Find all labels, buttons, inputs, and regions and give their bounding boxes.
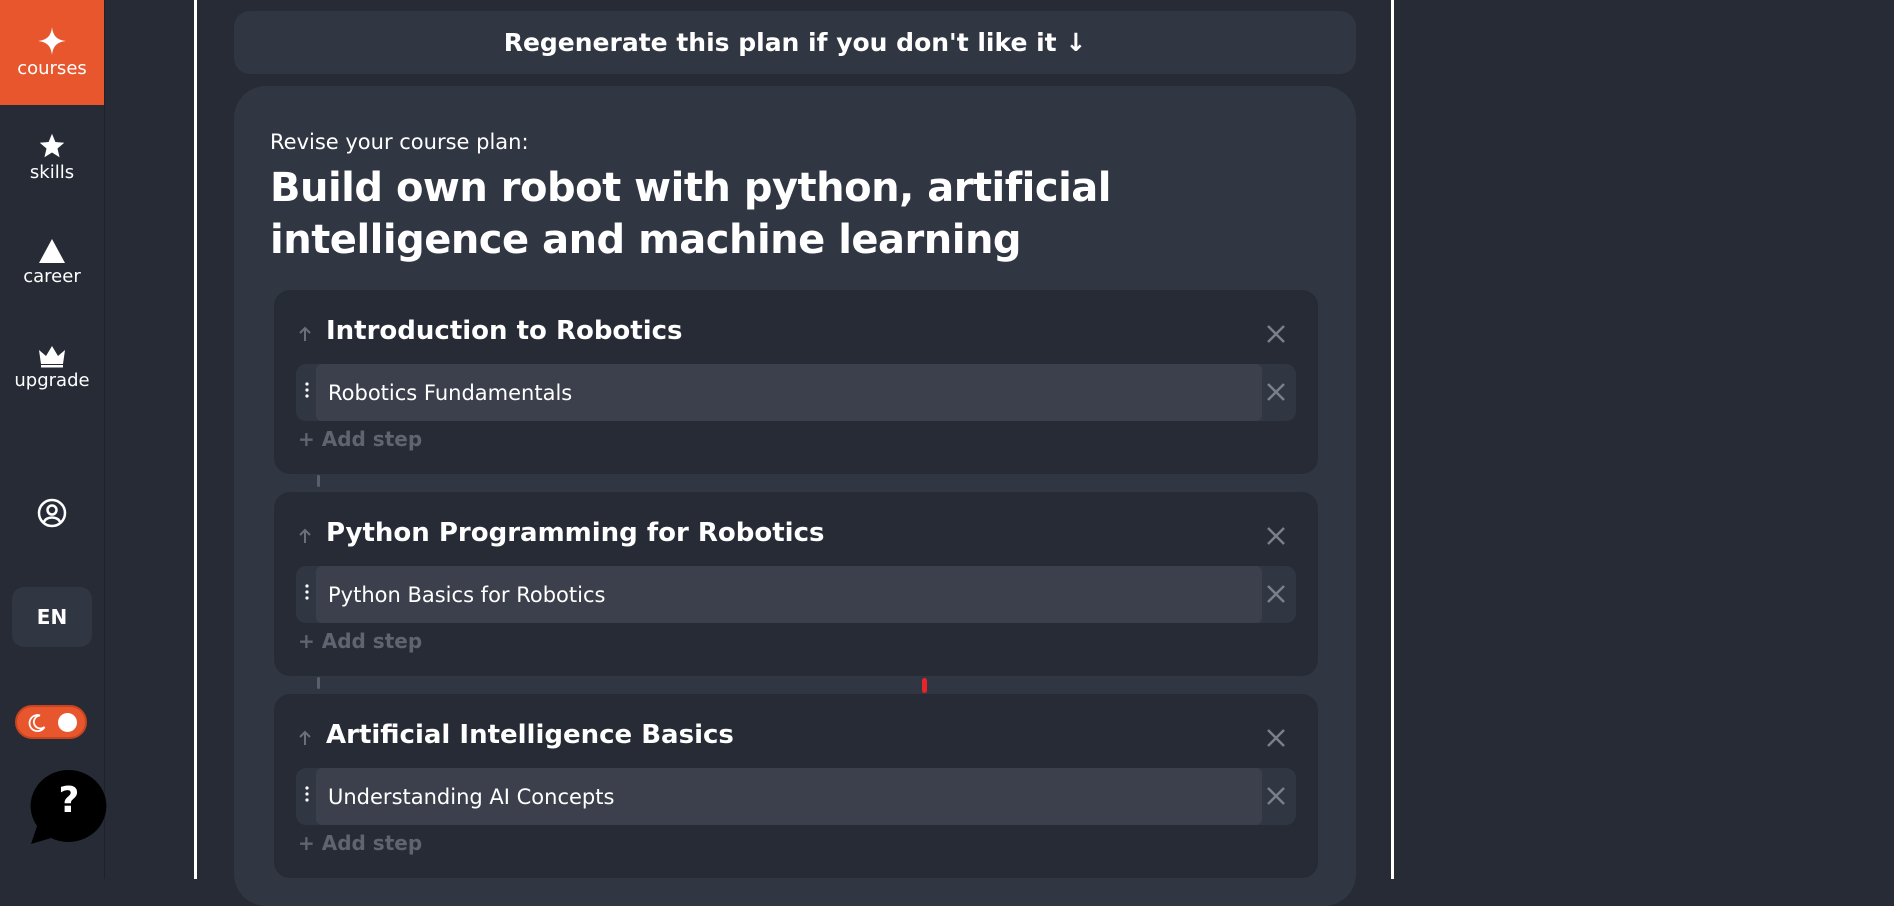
module-title: Python Programming for Robotics xyxy=(326,518,825,548)
close-icon[interactable] xyxy=(1266,786,1286,806)
sidebar-item-label: skills xyxy=(29,162,75,183)
step-input[interactable]: Understanding AI Concepts xyxy=(316,768,1262,825)
arrow-up-icon[interactable] xyxy=(298,326,312,342)
column-divider-left xyxy=(194,0,197,879)
star-icon xyxy=(39,133,65,158)
help-button[interactable]: ? xyxy=(29,768,109,846)
profile-button[interactable] xyxy=(36,497,68,529)
user-circle-icon xyxy=(37,498,67,528)
regenerate-plan-button[interactable]: Regenerate this plan if you don't like i… xyxy=(234,11,1356,74)
add-step-button[interactable]: + Add step xyxy=(298,831,422,855)
triangle-icon xyxy=(39,239,65,263)
arrow-up-icon[interactable] xyxy=(298,528,312,544)
plan-eyebrow: Revise your course plan: xyxy=(270,130,529,154)
module-title: Introduction to Robotics xyxy=(326,316,683,346)
close-icon[interactable] xyxy=(1266,382,1286,402)
sparkle-icon xyxy=(38,27,66,55)
step-input[interactable]: Robotics Fundamentals xyxy=(316,364,1262,421)
close-icon[interactable] xyxy=(1266,584,1286,604)
step-input[interactable]: Python Basics for Robotics xyxy=(316,566,1262,623)
step-row: Understanding AI Concepts xyxy=(296,768,1296,825)
module-card: Introduction to Robotics Robotics Fundam… xyxy=(274,290,1318,474)
add-step-button[interactable]: + Add step xyxy=(298,629,422,653)
sidebar-item-upgrade[interactable]: upgrade xyxy=(0,315,104,420)
cursor-marker xyxy=(922,678,927,693)
step-row: Python Basics for Robotics xyxy=(296,566,1296,623)
sidebar-item-label: courses xyxy=(17,58,87,79)
sidebar-item-label: upgrade xyxy=(14,370,90,391)
close-icon[interactable] xyxy=(1266,526,1286,546)
drag-handle-icon[interactable] xyxy=(304,583,310,601)
sidebar: courses skills career upgrade EN ? xyxy=(0,0,107,879)
sidebar-item-label: career xyxy=(23,266,81,287)
theme-toggle[interactable] xyxy=(15,705,87,739)
sidebar-item-courses[interactable]: courses xyxy=(0,0,104,105)
module-card: Artificial Intelligence Basics Understan… xyxy=(274,694,1318,878)
module-connector xyxy=(317,475,320,487)
module-card: Python Programming for Robotics Python B… xyxy=(274,492,1318,676)
arrow-up-icon[interactable] xyxy=(298,730,312,746)
drag-handle-icon[interactable] xyxy=(304,785,310,803)
help-label: ? xyxy=(58,780,80,821)
toggle-knob xyxy=(58,713,77,732)
crown-icon xyxy=(39,346,65,368)
language-selector[interactable]: EN xyxy=(12,587,92,647)
module-title: Artificial Intelligence Basics xyxy=(326,720,734,750)
close-icon[interactable] xyxy=(1266,324,1286,344)
step-row: Robotics Fundamentals xyxy=(296,364,1296,421)
sidebar-item-skills[interactable]: skills xyxy=(0,105,104,210)
drag-handle-icon[interactable] xyxy=(304,381,310,399)
moon-icon xyxy=(28,714,46,732)
sidebar-item-career[interactable]: career xyxy=(0,210,104,315)
close-icon[interactable] xyxy=(1266,728,1286,748)
module-connector xyxy=(317,677,320,689)
page-title: Build own robot with python, artificial … xyxy=(270,165,1112,263)
add-step-button[interactable]: + Add step xyxy=(298,427,422,451)
column-divider-right xyxy=(1391,0,1394,879)
course-plan-card: Revise your course plan: Build own robot… xyxy=(234,86,1356,906)
